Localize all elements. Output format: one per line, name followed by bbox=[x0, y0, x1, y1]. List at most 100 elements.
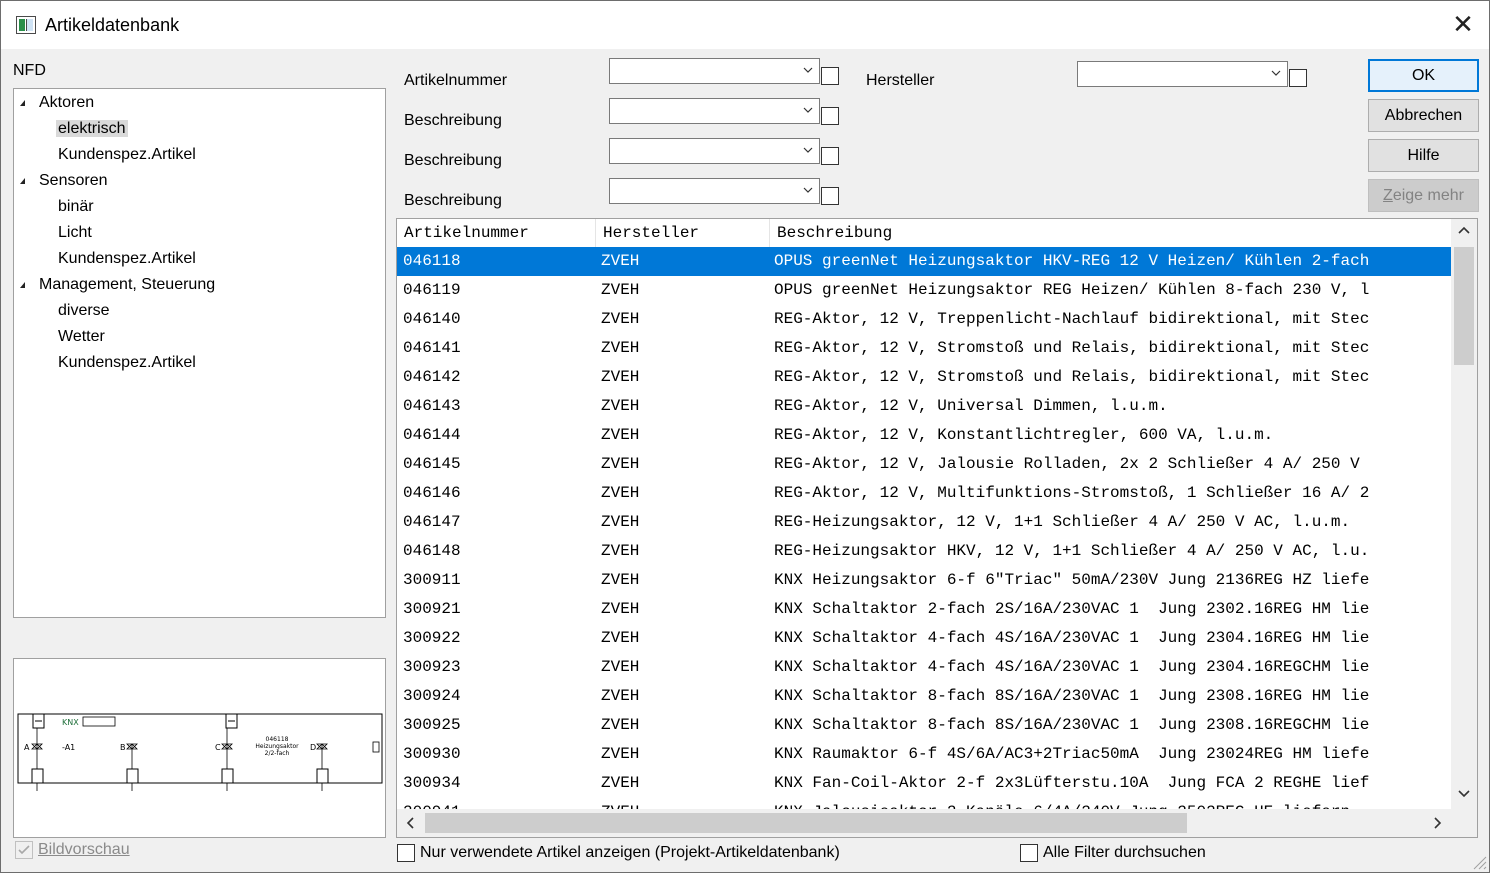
expand-triangle-icon[interactable] bbox=[20, 178, 25, 184]
table-row[interactable]: 300911 ZVEH KNX Heizungsaktor 6-f 6"Triac"… bbox=[397, 566, 1451, 595]
table-row[interactable]: 046148 ZVEH REG-Heizungsaktor HKV, 12 V, 1… bbox=[397, 537, 1451, 566]
horizontal-scroll-thumb[interactable] bbox=[425, 813, 1187, 833]
cell-manufacturer: ZVEH bbox=[601, 687, 640, 705]
table-body: 046118 ZVEH OPUS greenNet Heizungsaktor HK… bbox=[397, 247, 1451, 809]
table-row[interactable]: 046142 ZVEH REG-Aktor, 12 V, Stromstoß und… bbox=[397, 363, 1451, 392]
expand-triangle-icon[interactable] bbox=[20, 100, 25, 106]
resize-grip-icon[interactable] bbox=[1469, 852, 1487, 870]
description-combo-1[interactable] bbox=[609, 98, 820, 124]
column-header-article-number[interactable]: Artikelnummer bbox=[397, 219, 596, 247]
cell-manufacturer: ZVEH bbox=[601, 310, 640, 328]
tree-label: diverse bbox=[58, 302, 110, 319]
tree-item[interactable]: Kundenspez.Artikel bbox=[58, 247, 196, 271]
table-row[interactable]: 300923 ZVEH KNX Schaltaktor 4-fach 4S/16A/… bbox=[397, 653, 1451, 682]
table-row[interactable]: 300941 ZVEH KNX Jalousieaktor 2 Kanäle 6/4… bbox=[397, 798, 1451, 809]
table-row[interactable]: 046145 ZVEH REG-Aktor, 12 V, Jalousie Roll… bbox=[397, 450, 1451, 479]
table-row[interactable]: 300921 ZVEH KNX Schaltaktor 2-fach 2S/16A/… bbox=[397, 595, 1451, 624]
table-row[interactable]: 046144 ZVEH REG-Aktor, 12 V, Konstantlicht… bbox=[397, 421, 1451, 450]
description-combo-3[interactable] bbox=[609, 178, 820, 204]
article-table[interactable]: Artikelnummer Hersteller Beschreibung 04… bbox=[396, 218, 1478, 838]
scroll-down-icon[interactable] bbox=[1457, 787, 1471, 805]
scroll-up-icon[interactable] bbox=[1457, 223, 1471, 241]
vertical-scrollbar[interactable] bbox=[1451, 219, 1477, 809]
table-row[interactable]: 046141 ZVEH REG-Aktor, 12 V, Stromstoß und… bbox=[397, 334, 1451, 363]
cell-manufacturer: ZVEH bbox=[601, 745, 640, 763]
table-row[interactable]: 046143 ZVEH REG-Aktor, 12 V, Universal Dim… bbox=[397, 392, 1451, 421]
table-row[interactable]: 046146 ZVEH REG-Aktor, 12 V, Multifunktion… bbox=[397, 479, 1451, 508]
expand-triangle-icon[interactable] bbox=[20, 282, 25, 288]
tree-item[interactable]: diverse bbox=[58, 299, 110, 323]
symbol-preview: KNX A -A1 B C D 046118 Heizungsaktor 2/2… bbox=[13, 658, 386, 838]
column-header-manufacturer[interactable]: Hersteller bbox=[596, 219, 770, 247]
filter-label-article-number: Artikelnummer bbox=[404, 72, 508, 89]
cell-description: KNX Raumaktor 6-f 4S/6A/AC3+2Triac50mA J… bbox=[774, 745, 1370, 763]
table-row[interactable]: 300925 ZVEH KNX Schaltaktor 8-fach 8S/16A/… bbox=[397, 711, 1451, 740]
horizontal-scrollbar[interactable] bbox=[397, 809, 1451, 837]
vertical-scroll-thumb[interactable] bbox=[1454, 247, 1474, 365]
article-number-filter-checkbox[interactable] bbox=[821, 67, 839, 85]
device-tag: -A1 bbox=[62, 743, 75, 752]
cell-description: REG-Aktor, 12 V, Universal Dimmen, l.u.m… bbox=[774, 397, 1168, 415]
tree-group[interactable]: Management, Steuerung bbox=[20, 273, 215, 297]
table-row[interactable]: 300934 ZVEH KNX Fan-Coil-Aktor 2-f 2x3Lüft… bbox=[397, 769, 1451, 798]
category-tree[interactable]: Aktoren elektrisch Kundenspez.Artikel Senso… bbox=[13, 88, 386, 618]
table-row[interactable]: 300924 ZVEH KNX Schaltaktor 8-fach 8S/16A/… bbox=[397, 682, 1451, 711]
chevron-down-icon bbox=[803, 107, 813, 113]
cell-manufacturer: ZVEH bbox=[601, 716, 640, 734]
search-all-filters-checkbox[interactable] bbox=[1020, 844, 1038, 862]
tree-item[interactable]: Licht bbox=[58, 221, 92, 245]
cell-manufacturer: ZVEH bbox=[601, 774, 640, 792]
chevron-down-icon bbox=[803, 147, 813, 153]
table-row[interactable]: 300922 ZVEH KNX Schaltaktor 4-fach 4S/16A/… bbox=[397, 624, 1451, 653]
cell-article-number: 300923 bbox=[403, 658, 461, 676]
description-filter-checkbox-1[interactable] bbox=[821, 107, 839, 125]
table-row[interactable]: 300930 ZVEH KNX Raumaktor 6-f 4S/6A/AC3+2T… bbox=[397, 740, 1451, 769]
tree-item[interactable]: Kundenspez.Artikel bbox=[58, 143, 196, 167]
manufacturer-combo[interactable] bbox=[1077, 61, 1288, 87]
tree-item[interactable]: Kundenspez.Artikel bbox=[58, 351, 196, 375]
terminal-c: C bbox=[215, 743, 221, 752]
only-used-articles-checkbox[interactable] bbox=[397, 844, 415, 862]
description-filter-checkbox-3[interactable] bbox=[821, 187, 839, 205]
cell-description: REG-Heizungsaktor HKV, 12 V, 1+1 Schließ… bbox=[774, 542, 1370, 560]
tree-label: binär bbox=[58, 198, 94, 215]
filter-label-description-3: Beschreibung bbox=[404, 192, 502, 209]
description-filter-checkbox-2[interactable] bbox=[821, 147, 839, 165]
manufacturer-filter-checkbox[interactable] bbox=[1289, 69, 1307, 87]
article-number-combo[interactable] bbox=[609, 58, 820, 84]
show-more-mnemonic: Z bbox=[1383, 187, 1393, 204]
cell-description: KNX Fan-Coil-Aktor 2-f 2x3Lüfterstu.10A … bbox=[774, 774, 1370, 792]
cancel-button[interactable]: Abbrechen bbox=[1368, 99, 1479, 132]
ok-button[interactable]: OK bbox=[1368, 59, 1479, 92]
tree-item[interactable]: Wetter bbox=[58, 325, 105, 349]
scroll-left-icon[interactable] bbox=[403, 816, 417, 834]
info-line-2: Heizungsaktor bbox=[255, 743, 299, 750]
close-icon[interactable]: ✕ bbox=[1441, 5, 1485, 45]
scroll-right-icon[interactable] bbox=[1431, 816, 1445, 834]
cell-article-number: 046144 bbox=[403, 426, 461, 444]
tree-group[interactable]: Sensoren bbox=[20, 169, 108, 193]
chevron-down-icon bbox=[803, 67, 813, 73]
cell-manufacturer: ZVEH bbox=[601, 798, 766, 809]
description-combo-2[interactable] bbox=[609, 138, 820, 164]
help-button[interactable]: Hilfe bbox=[1368, 139, 1479, 172]
table-row[interactable]: 046118 ZVEH OPUS greenNet Heizungsaktor HK… bbox=[397, 247, 1451, 276]
image-preview-checkbox[interactable] bbox=[15, 841, 33, 859]
cell-description: KNX Schaltaktor 4-fach 4S/16A/230VAC 1 J… bbox=[774, 658, 1370, 676]
cell-manufacturer: ZVEH bbox=[601, 658, 640, 676]
cell-description: REG-Aktor, 12 V, Treppenlicht-Nachlauf b… bbox=[774, 310, 1370, 328]
column-header-description[interactable]: Beschreibung bbox=[770, 219, 1451, 247]
only-used-articles-label: Nur verwendete Artikel anzeigen (Projekt… bbox=[420, 844, 840, 861]
cell-manufacturer: ZVEH bbox=[601, 542, 640, 560]
table-row[interactable]: 046147 ZVEH REG-Heizungsaktor, 12 V, 1+1 S… bbox=[397, 508, 1451, 537]
tree-item[interactable]: binär bbox=[58, 195, 94, 219]
tree-item[interactable]: elektrisch bbox=[56, 117, 128, 141]
table-header: Artikelnummer Hersteller Beschreibung bbox=[397, 219, 1451, 247]
cell-description: KNX Schaltaktor 8-fach 8S/16A/230VAC 1 J… bbox=[774, 716, 1370, 734]
tree-group[interactable]: Aktoren bbox=[20, 91, 94, 115]
table-row[interactable]: 046119 ZVEH OPUS greenNet Heizungsaktor RE… bbox=[397, 276, 1451, 305]
cell-manufacturer: ZVEH bbox=[601, 397, 640, 415]
show-more-button[interactable]: Zeige mehr bbox=[1368, 179, 1479, 212]
table-row[interactable]: 046140 ZVEH REG-Aktor, 12 V, Treppenlicht-… bbox=[397, 305, 1451, 334]
cell-manufacturer: ZVEH bbox=[601, 484, 640, 502]
